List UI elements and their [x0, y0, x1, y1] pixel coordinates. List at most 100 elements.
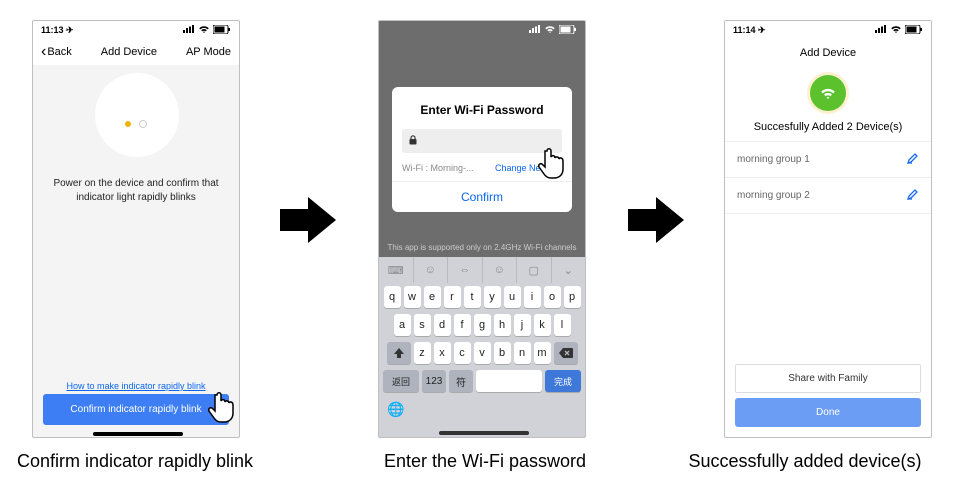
keyboard-bottom: 🌐 [379, 395, 585, 424]
status-bar: 11:13 ✈ [33, 21, 239, 39]
key-delete[interactable] [554, 342, 578, 364]
key-n[interactable]: n [514, 342, 531, 364]
key-h[interactable]: h [494, 314, 511, 336]
key-z[interactable]: z [414, 342, 431, 364]
success-wifi-icon [810, 75, 846, 111]
share-button[interactable]: Share with Family [735, 364, 921, 393]
keyboard-row-2: asdfghjkl [379, 311, 585, 339]
confirm-blink-button[interactable]: Confirm indicator rapidly blink [43, 394, 229, 425]
predict-slot[interactable]: ⌄ [552, 257, 586, 283]
key-shift[interactable] [387, 342, 411, 364]
edit-pencil-icon[interactable] [907, 188, 919, 203]
battery-icon [213, 25, 231, 36]
device-list-item[interactable]: morning group 1 [725, 142, 931, 178]
prediction-bar: ⌨ ☺ ⇔ ☺ ▢ ⌄ [379, 257, 585, 283]
flow-arrow-icon [280, 195, 336, 245]
keyboard: ⌨ ☺ ⇔ ☺ ▢ ⌄ qwertyuiop asdfghjkl zxcvbnm… [379, 257, 585, 437]
key-s[interactable]: s [414, 314, 431, 336]
key-y[interactable]: y [484, 286, 501, 308]
step1-caption: Confirm indicator rapidly blink [10, 450, 260, 473]
dialog-title: Enter Wi-Fi Password [392, 97, 572, 129]
indicator-dot-yellow [125, 121, 131, 127]
key-c[interactable]: c [454, 342, 471, 364]
phone-step2: Enter Wi-Fi Password Wi-Fi : Morning-...… [378, 20, 586, 438]
keyboard-row-3: zxcvbnm [379, 339, 585, 367]
indicator-dot-outline [139, 120, 147, 128]
key-done[interactable]: 完成 [545, 370, 581, 392]
keyboard-row-1: qwertyuiop [379, 283, 585, 311]
confirm-wifi-button[interactable]: Confirm [392, 181, 572, 212]
key-d[interactable]: d [434, 314, 451, 336]
key-space[interactable] [476, 370, 542, 392]
key-w[interactable]: w [404, 286, 421, 308]
predict-slot[interactable]: ☺ [414, 257, 449, 283]
key-g[interactable]: g [474, 314, 491, 336]
key-p[interactable]: p [564, 286, 581, 308]
signal-icon [183, 25, 195, 35]
wifi-note: This app is supported only on 2.4GHz Wi-… [379, 243, 585, 252]
status-bar: 11:14 ✈ [725, 21, 931, 39]
key-a[interactable]: a [394, 314, 411, 336]
success-message: Succesfully Added 2 Device(s) [725, 121, 931, 141]
signal-icon [529, 25, 541, 35]
flow-arrow-icon [628, 195, 684, 245]
keyboard-row-4: 返回 123 符 完成 [379, 367, 585, 395]
back-button[interactable]: Back [41, 43, 72, 61]
wifi-name-label: Wi-Fi : Morning-... [402, 163, 474, 173]
device-list-item[interactable]: morning group 2 [725, 178, 931, 214]
status-right [183, 25, 231, 36]
key-f[interactable]: f [454, 314, 471, 336]
predict-slot[interactable]: ⌨ [379, 257, 414, 283]
key-m[interactable]: m [534, 342, 551, 364]
key-e[interactable]: e [424, 286, 441, 308]
key-i[interactable]: i [524, 286, 541, 308]
pointer-hand-icon [536, 146, 570, 180]
key-v[interactable]: v [474, 342, 491, 364]
status-bar [379, 21, 585, 39]
ap-mode-button[interactable]: AP Mode [186, 46, 231, 58]
key-j[interactable]: j [514, 314, 531, 336]
key-symbols[interactable]: 符 [449, 370, 473, 392]
lock-icon [408, 135, 418, 148]
key-u[interactable]: u [504, 286, 521, 308]
instruction-text: Power on the device and confirm that ind… [33, 177, 239, 205]
key-r[interactable]: r [444, 286, 461, 308]
key-x[interactable]: x [434, 342, 451, 364]
step3-caption: Successfully added device(s) [680, 450, 930, 473]
predict-slot[interactable]: ▢ [517, 257, 552, 283]
status-right [875, 25, 923, 36]
key-123[interactable]: 123 [422, 370, 446, 392]
status-time: 11:13 ✈ [41, 25, 74, 36]
key-b[interactable]: b [494, 342, 511, 364]
home-indicator [439, 431, 529, 435]
predict-slot[interactable]: ☺ [483, 257, 518, 283]
phone-step3: 11:14 ✈ Add Device Succesfully Added 2 D… [724, 20, 932, 438]
header-title: Add Device [101, 46, 157, 58]
globe-icon[interactable]: 🌐 [387, 401, 404, 418]
phone-step1: 11:13 ✈ Back Add Device AP Mode Power on… [32, 20, 240, 438]
status-time: 11:14 ✈ [733, 25, 766, 36]
header-title: Add Device [725, 39, 931, 67]
device-name-label: morning group 1 [737, 154, 810, 165]
wifi-icon [890, 25, 902, 36]
device-name-label: morning group 2 [737, 190, 810, 201]
key-l[interactable]: l [554, 314, 571, 336]
key-k[interactable]: k [534, 314, 551, 336]
predict-slot[interactable]: ⇔ [448, 257, 483, 283]
status-right [529, 25, 577, 36]
key-o[interactable]: o [544, 286, 561, 308]
wifi-icon [198, 25, 210, 36]
pointer-hand-icon [206, 390, 240, 424]
wifi-icon [544, 25, 556, 36]
edit-pencil-icon[interactable] [907, 152, 919, 167]
device-list: morning group 1 morning group 2 [725, 141, 931, 214]
done-button[interactable]: Done [735, 398, 921, 427]
key-t[interactable]: t [464, 286, 481, 308]
key-q[interactable]: q [384, 286, 401, 308]
home-indicator [93, 432, 183, 436]
device-graphic [95, 73, 179, 157]
key-return[interactable]: 返回 [383, 370, 419, 392]
battery-icon [905, 25, 923, 36]
signal-icon [875, 25, 887, 35]
step2-caption: Enter the Wi-Fi password [360, 450, 610, 473]
